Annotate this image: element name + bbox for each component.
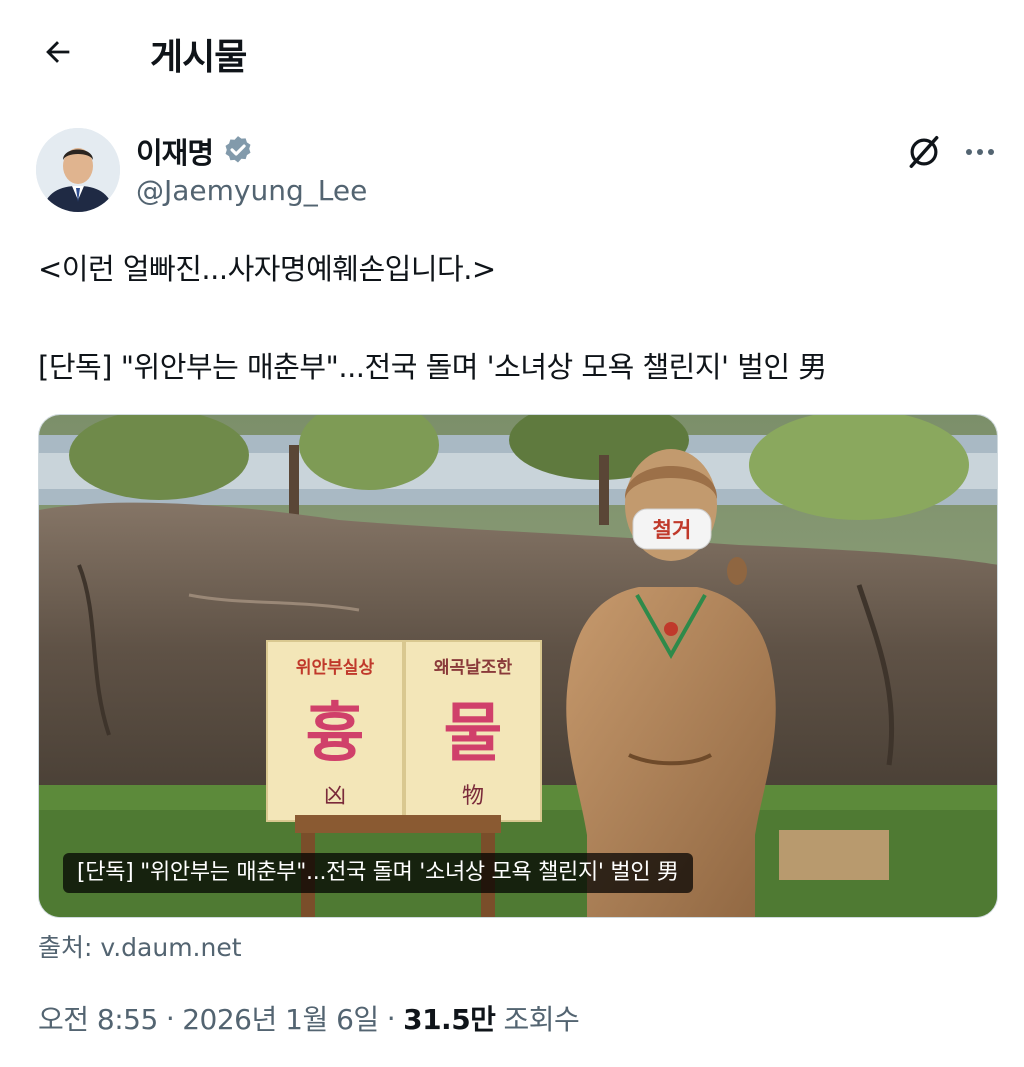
mask-text: 철거 [653, 518, 692, 542]
more-dot [977, 149, 983, 155]
tweet-text-line-2: [단독] "위안부는 매춘부"...전국 돌며 '소녀상 모욕 챌린지' 벌인 … [38, 350, 827, 384]
grok-icon [909, 136, 939, 168]
views-label: 조회수 [503, 1003, 580, 1036]
tweet-time[interactable]: 오전 8:55 [38, 998, 158, 1038]
sign-left-big-text: 흉 [306, 697, 365, 771]
card-source-link[interactable]: 출처: v.daum.net [38, 928, 242, 964]
author-name-row: 이재명 [136, 130, 255, 172]
page-title: 게시물 [150, 37, 247, 78]
card-image: 위안부실상 흉 凶 왜곡날조한 물 物 철거 [39, 415, 997, 917]
verified-badge-icon [225, 136, 251, 163]
grok-button[interactable] [902, 130, 946, 174]
author-display-name[interactable]: 이재명 [136, 130, 214, 172]
avatar-image [36, 128, 120, 212]
tweet-meta: 오전 8:55 · 2026년 1월 6일 · 31.5만 조회수 [38, 998, 580, 1038]
card-caption: [단독] "위안부는 매춘부"...전국 돌며 '소녀상 모욕 챌린지' 벌인 … [63, 853, 693, 893]
tweet-date[interactable]: 2026년 1월 6일 [182, 998, 379, 1038]
avatar[interactable] [36, 128, 120, 212]
more-dot [988, 149, 994, 155]
meta-separator: · [386, 1001, 396, 1035]
sign-left-hanja-text: 凶 [324, 784, 346, 809]
back-button[interactable] [36, 30, 80, 74]
more-options-button[interactable] [958, 130, 1002, 174]
link-card[interactable]: 위안부실상 흉 凶 왜곡날조한 물 物 철거 [단독] "위안부는 매춘부"..… [38, 414, 998, 918]
sign-left-top-text: 위안부실상 [296, 658, 375, 678]
arrow-left-icon [46, 41, 70, 63]
sign-right-hanja-text: 物 [462, 784, 484, 809]
more-dot [966, 149, 972, 155]
meta-separator: · [165, 1001, 175, 1035]
tweet-text-line-1: <이런 얼빠진...사자명예훼손입니다.> [38, 252, 496, 286]
sign-right-big-text: 물 [444, 697, 503, 771]
author-handle[interactable]: @Jaemyung_Lee [136, 174, 367, 207]
top-bar: 게시물 [0, 0, 1024, 100]
sign-right-top-text: 왜곡날조한 [434, 658, 513, 678]
views-count[interactable]: 31.5만 [403, 998, 496, 1038]
